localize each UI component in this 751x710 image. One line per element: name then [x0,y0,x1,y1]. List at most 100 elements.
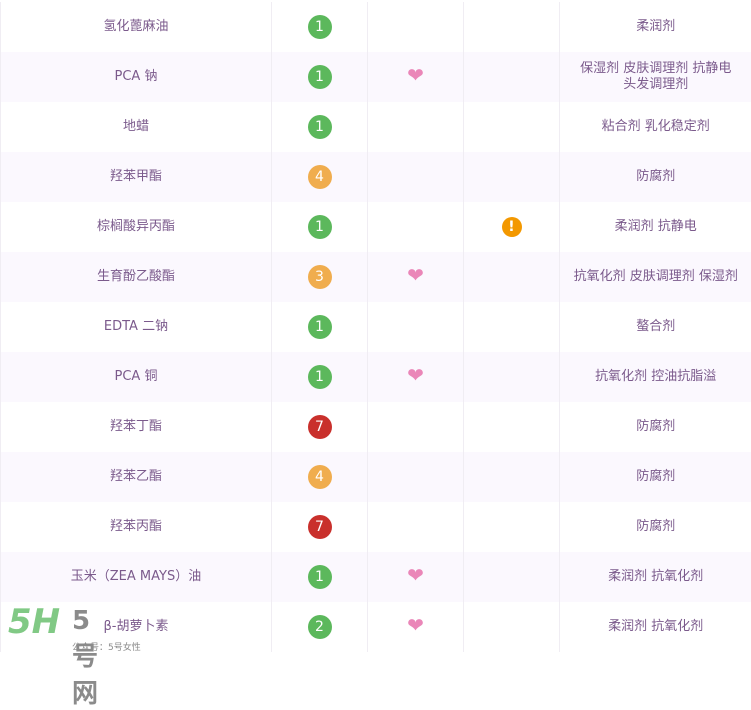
heart-icon: ❤ [407,263,424,287]
table-row: 生育酚乙酸酯 3 ❤ 抗氧化剂 皮肤调理剂 保湿剂 [1,252,751,302]
acne-cell [464,2,560,52]
active-cell [368,402,464,452]
ingredient-name[interactable]: 羟苯乙酯 [1,452,272,502]
table-row: PCA 铜 1 ❤ 抗氧化剂 控油抗脂溢 [1,352,751,402]
safety-score-badge: 1 [308,15,332,39]
safety-cell: 1 [272,102,368,152]
active-cell: ❤ [368,552,464,602]
ingredients-table: 氢化蓖麻油 1 柔润剂PCA 钠 1 ❤ 保湿剂 皮肤调理剂 抗静电 头发调理剂… [0,2,751,652]
acne-cell [464,302,560,352]
table-row: 羟苯丙酯 7 防腐剂 [1,502,751,552]
active-cell: ❤ [368,352,464,402]
function-cell: 粘合剂 乳化稳定剂 [560,102,751,152]
safety-cell: 3 [272,252,368,302]
safety-score-badge: 1 [308,65,332,89]
ingredient-name[interactable]: 生育酚乙酸酯 [1,252,272,302]
table-row: 氢化蓖麻油 1 柔润剂 [1,2,751,52]
function-cell: 防腐剂 [560,152,751,202]
active-cell: ❤ [368,252,464,302]
table-row: 羟苯乙酯 4 防腐剂 [1,452,751,502]
acne-cell: ! [464,202,560,252]
acne-cell [464,552,560,602]
safety-score-badge: 3 [308,265,332,289]
acne-cell [464,402,560,452]
safety-score-badge: 7 [308,515,332,539]
active-cell [368,452,464,502]
active-cell [368,152,464,202]
ingredient-name[interactable]: PCA 铜 [1,352,272,402]
safety-score-badge: 4 [308,165,332,189]
safety-cell: 1 [272,552,368,602]
safety-cell: 1 [272,302,368,352]
ingredient-name[interactable]: 地蜡 [1,102,272,152]
function-cell: 防腐剂 [560,452,751,502]
ingredient-name[interactable]: 羟苯丙酯 [1,502,272,552]
active-cell: ❤ [368,602,464,652]
watermark: 5H 5号网 公众号：5号女性 [8,602,60,642]
acne-cell [464,452,560,502]
function-cell: 防腐剂 [560,402,751,452]
function-cell: 柔润剂 抗氧化剂 [560,552,751,602]
ingredient-name[interactable]: 羟苯丁酯 [1,402,272,452]
acne-cell [464,152,560,202]
function-cell: 保湿剂 皮肤调理剂 抗静电 头发调理剂 [560,52,751,102]
table-row: 玉米（ZEA MAYS）油 1 ❤ 柔润剂 抗氧化剂 [1,552,751,602]
active-cell [368,502,464,552]
ingredient-name[interactable]: EDTA 二钠 [1,302,272,352]
watermark-logo: 5H [8,602,60,642]
ingredient-name[interactable]: 棕榈酸异丙酯 [1,202,272,252]
safety-score-badge: 1 [308,315,332,339]
active-cell [368,2,464,52]
safety-cell: 7 [272,402,368,452]
active-cell [368,102,464,152]
heart-icon: ❤ [407,63,424,87]
safety-score-badge: 7 [308,415,332,439]
acne-cell [464,502,560,552]
heart-icon: ❤ [407,363,424,387]
table-row: EDTA 二钠 1 螯合剂 [1,302,751,352]
table-row: 羟苯甲酯 4 防腐剂 [1,152,751,202]
safety-cell: 1 [272,2,368,52]
safety-score-badge: 1 [308,215,332,239]
safety-score-badge: 1 [308,565,332,589]
acne-cell [464,52,560,102]
watermark-sub: 公众号：5号女性 [72,640,141,653]
acne-cell [464,102,560,152]
heart-icon: ❤ [407,613,424,637]
ingredient-name[interactable]: 氢化蓖麻油 [1,2,272,52]
table-row: PCA 钠 1 ❤ 保湿剂 皮肤调理剂 抗静电 头发调理剂 [1,52,751,102]
safety-cell: 1 [272,202,368,252]
safety-cell: 1 [272,52,368,102]
safety-cell: 4 [272,152,368,202]
exclamation-icon: ! [502,217,522,237]
acne-cell [464,352,560,402]
safety-score-badge: 4 [308,465,332,489]
function-cell: 抗氧化剂 控油抗脂溢 [560,352,751,402]
function-cell: 防腐剂 [560,502,751,552]
watermark-name: 5号网 [72,606,98,710]
safety-cell: 1 [272,352,368,402]
table-row: 棕榈酸异丙酯 1 ! 柔润剂 抗静电 [1,202,751,252]
safety-score-badge: 1 [308,365,332,389]
safety-score-badge: 1 [308,115,332,139]
active-cell [368,302,464,352]
table-row: 羟苯丁酯 7 防腐剂 [1,402,751,452]
ingredient-name[interactable]: PCA 钠 [1,52,272,102]
ingredient-name[interactable]: 玉米（ZEA MAYS）油 [1,552,272,602]
acne-cell [464,602,560,652]
active-cell [368,202,464,252]
heart-icon: ❤ [407,563,424,587]
function-cell: 柔润剂 抗静电 [560,202,751,252]
function-cell: 柔润剂 [560,2,751,52]
active-cell: ❤ [368,52,464,102]
safety-cell: 7 [272,502,368,552]
function-cell: 柔润剂 抗氧化剂 [560,602,751,652]
function-cell: 螯合剂 [560,302,751,352]
acne-cell [464,252,560,302]
table-row: 地蜡 1 粘合剂 乳化稳定剂 [1,102,751,152]
ingredient-name[interactable]: 羟苯甲酯 [1,152,272,202]
function-cell: 抗氧化剂 皮肤调理剂 保湿剂 [560,252,751,302]
safety-score-badge: 2 [308,615,332,639]
safety-cell: 4 [272,452,368,502]
safety-cell: 2 [272,602,368,652]
